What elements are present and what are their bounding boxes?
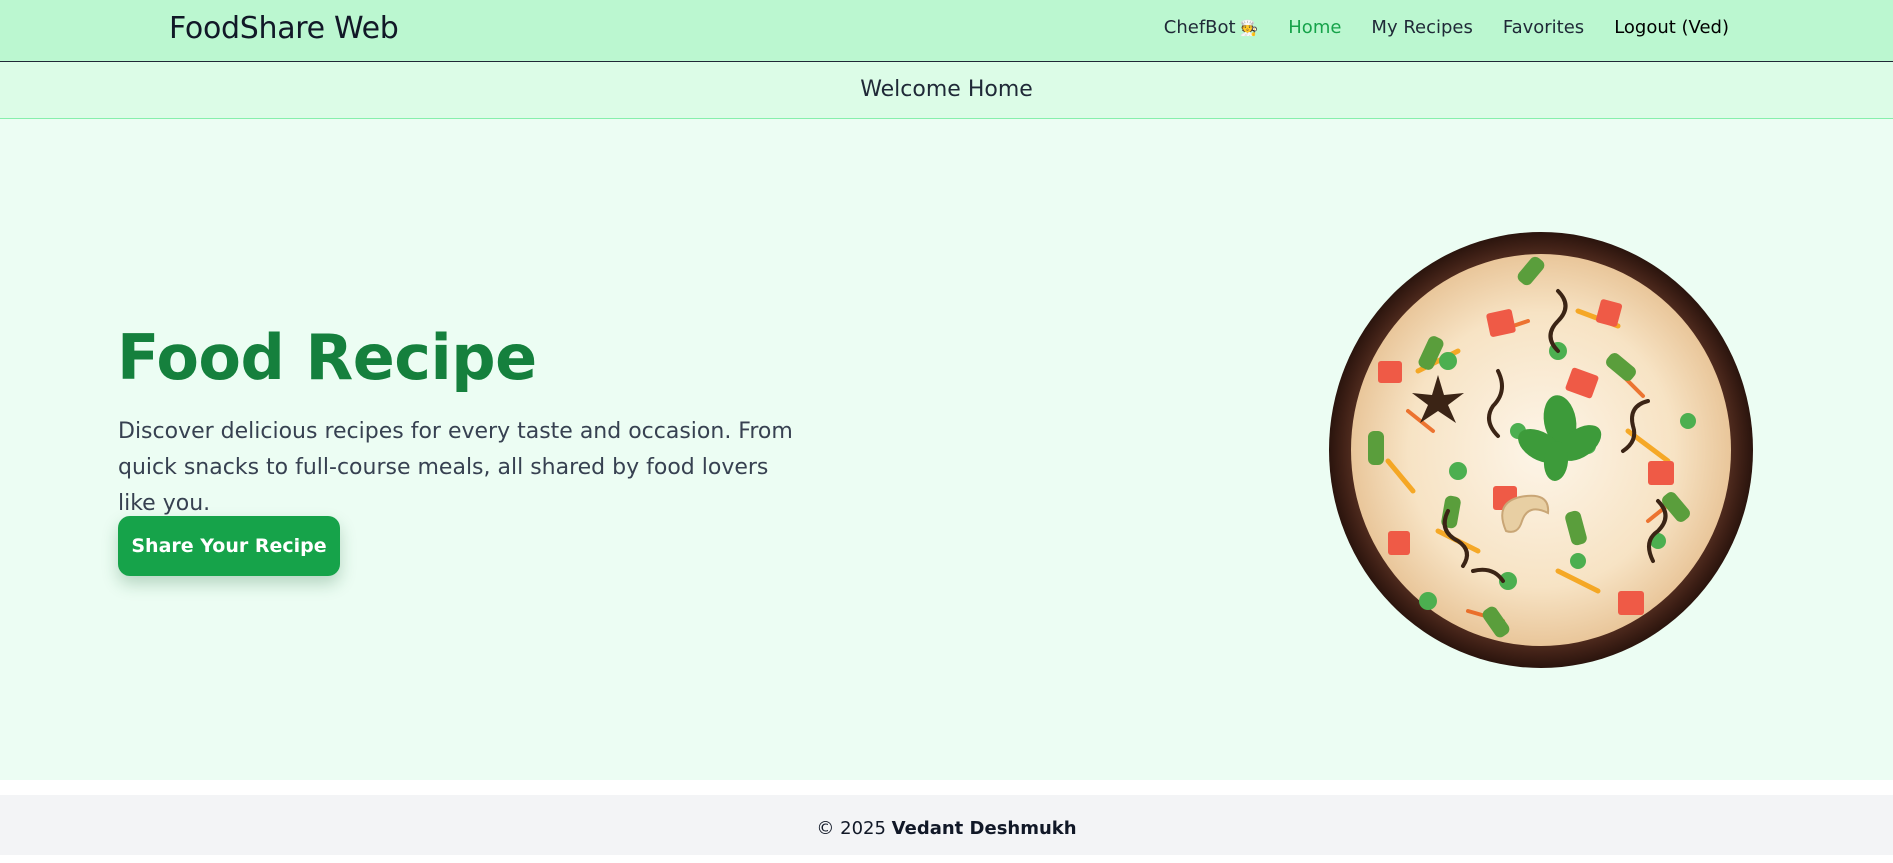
page-subheader: Welcome Home: [0, 62, 1893, 119]
footer-copyright: © 2025: [816, 818, 886, 839]
nav-chefbot-label: ChefBot: [1163, 17, 1236, 38]
page-footer: © 2025 Vedant Deshmukh: [0, 795, 1893, 855]
nav-chefbot-link[interactable]: ChefBot 🧑‍🍳: [1164, 17, 1259, 38]
hero-title: Food Recipe: [117, 321, 537, 394]
nav-my-recipes-link[interactable]: My Recipes: [1371, 17, 1472, 38]
share-recipe-button[interactable]: Share Your Recipe: [118, 516, 340, 576]
hero-section: Food Recipe Discover delicious recipes f…: [0, 119, 1893, 780]
nav-logout-link[interactable]: Logout (Ved): [1614, 17, 1729, 38]
nav-links: ChefBot 🧑‍🍳 Home My Recipes Favorites Log…: [1164, 17, 1729, 38]
page-title: Welcome Home: [860, 77, 1033, 102]
chef-icon: 🧑‍🍳: [1239, 19, 1259, 37]
top-navbar: FoodShare Web ChefBot 🧑‍🍳 Home My Recipes…: [0, 0, 1893, 62]
nav-favorites-link[interactable]: Favorites: [1503, 17, 1584, 38]
biryani-bowl-image: [1329, 232, 1753, 668]
brand-logo[interactable]: FoodShare Web: [169, 11, 399, 46]
nav-home-link[interactable]: Home: [1288, 17, 1341, 38]
hero-description: Discover delicious recipes for every tas…: [118, 419, 793, 516]
section-divider: [0, 780, 1893, 795]
footer-author: Vedant Deshmukh: [891, 818, 1077, 839]
